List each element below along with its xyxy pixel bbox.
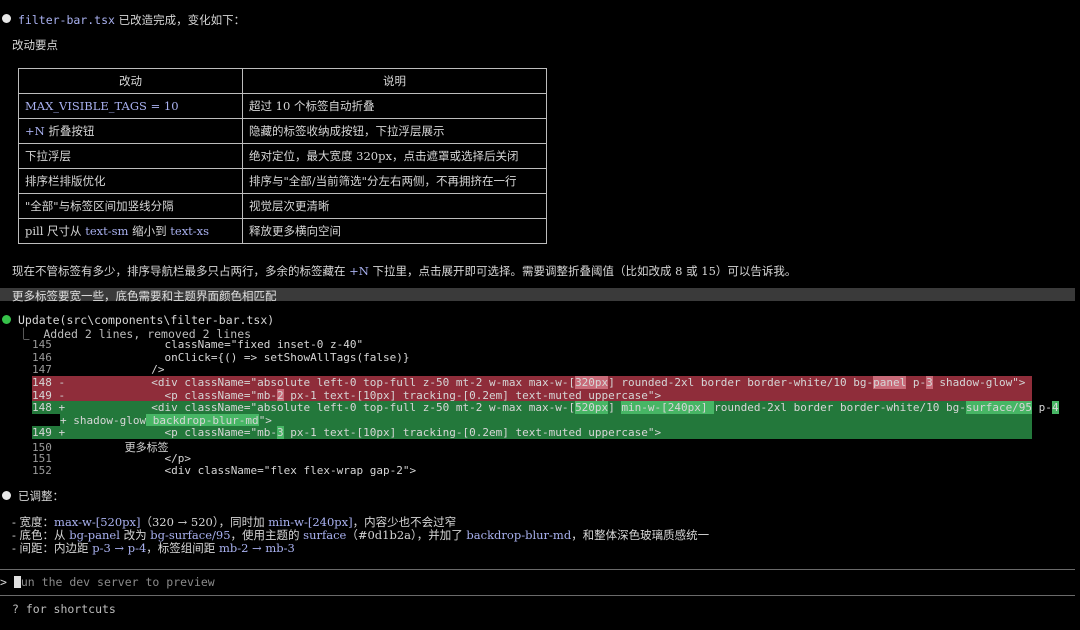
diff-line: 147 /> [32,363,165,376]
column-header: 改动 [18,68,243,94]
table-cell: 排序与"全部/当前筛选"分左右两侧，不再拥挤在一行 [242,168,547,194]
table-cell: 绝对定位，最大宽度 320px，点击遮罩或选择后关闭 [242,143,547,169]
diff-line: 151 </p> [32,451,191,465]
user-message: 更多标签要宽一些，底色需要和主题界面颜色相匹配 [0,288,1075,303]
input-divider-bottom [0,595,1075,596]
table-cell: +N 折叠按钮 [18,118,243,144]
diff-line-added-wrap: + shadow-glow backdrop-blur-md"> [60,413,1032,427]
column-header: 说明 [242,68,547,94]
shortcuts-hint: ? for shortcuts [12,602,116,616]
inline-code: +N [25,124,45,138]
summary-footer: 现在不管标签有多少，排序导航栏最多只占两行，多余的标签藏在 +N 下拉里，点击展… [12,264,797,278]
table-header-row: 改动 说明 [18,68,547,94]
diff-line-removed: 148 - <div className="absolute left-0 to… [32,376,1032,389]
table-cell: 排序栏排版优化 [18,168,243,194]
table-cell: 隐藏的标签收纳成按钮，下拉浮层展示 [242,118,547,144]
prompt-symbol: > [0,575,7,589]
table-cell: "全部"与标签区间加竖线分隔 [18,193,243,219]
changes-table: 改动 说明 MAX_VISIBLE_TAGS = 10 超过 10 个标签自动折… [18,68,547,244]
table-row: pill 尺寸从 text-sm 缩小到 text-xs 释放更多横向空间 [18,218,547,244]
diff-line: 150 更多标签 [32,441,169,454]
diff-line-removed: 149 - <p className="mb-2 px-1 text-[10px… [32,388,1032,402]
update-status-dot [2,315,11,324]
table-row: "全部"与标签区间加竖线分隔 视觉层次更清晰 [18,193,547,219]
diff-line: 152 <div className="flex flex-wrap gap-2… [32,464,417,477]
file-name: filter-bar.tsx [18,13,115,27]
table-cell: 超过 10 个标签自动折叠 [242,93,547,119]
inline-code: MAX_VISIBLE_TAGS = 10 [25,99,179,113]
inline-code: +N [349,264,369,278]
list-item: - 间距：内边距 p-3 → p-4，标签组间距 mb-2 → mb-3 [12,541,295,555]
table-row: +N 折叠按钮 隐藏的标签收纳成按钮，下拉浮层展示 [18,118,547,144]
section-heading: 改动要点 [12,38,58,52]
diff-line: 146 onClick={() => setShowAllTags(false)… [32,351,410,364]
input-divider-top [0,569,1075,570]
diff-line-added: 148 + <div className="absolute left-0 to… [32,401,1059,414]
table-cell: 释放更多横向空间 [242,218,547,244]
prompt-input[interactable]: > un the dev server to preview [0,575,215,589]
table-cell: 视觉层次更清晰 [242,193,547,219]
table-cell: MAX_VISIBLE_TAGS = 10 [18,93,243,119]
diff-line-added: 149 + <p className="mb-3 px-1 text-[10px… [32,426,1032,439]
table-row: 下拉浮层 绝对定位，最大宽度 320px，点击遮罩或选择后关闭 [18,143,547,169]
input-placeholder: un the dev server to preview [20,575,215,589]
status-dot [2,14,11,23]
status-dot [2,491,11,500]
text-cursor [13,576,21,588]
table-row: MAX_VISIBLE_TAGS = 10 超过 10 个标签自动折叠 [18,93,547,119]
adjusted-title: 已调整： [18,489,64,503]
table-cell: pill 尺寸从 text-sm 缩小到 text-xs [18,218,243,244]
summary-line: filter-bar.tsx 已改造完成，变化如下： [18,12,245,28]
table-row: 排序栏排版优化 排序与"全部/当前筛选"分左右两侧，不再拥挤在一行 [18,168,547,194]
table-cell: 下拉浮层 [18,143,243,169]
summary-text: 已改造完成，变化如下： [114,13,246,27]
inline-code: text-xs [170,224,210,238]
inline-code: text-sm [85,224,129,238]
diff-line: 145 className="fixed inset-0 z-40" [32,338,364,351]
update-title: Update(src\components\filter-bar.tsx) [18,313,275,327]
